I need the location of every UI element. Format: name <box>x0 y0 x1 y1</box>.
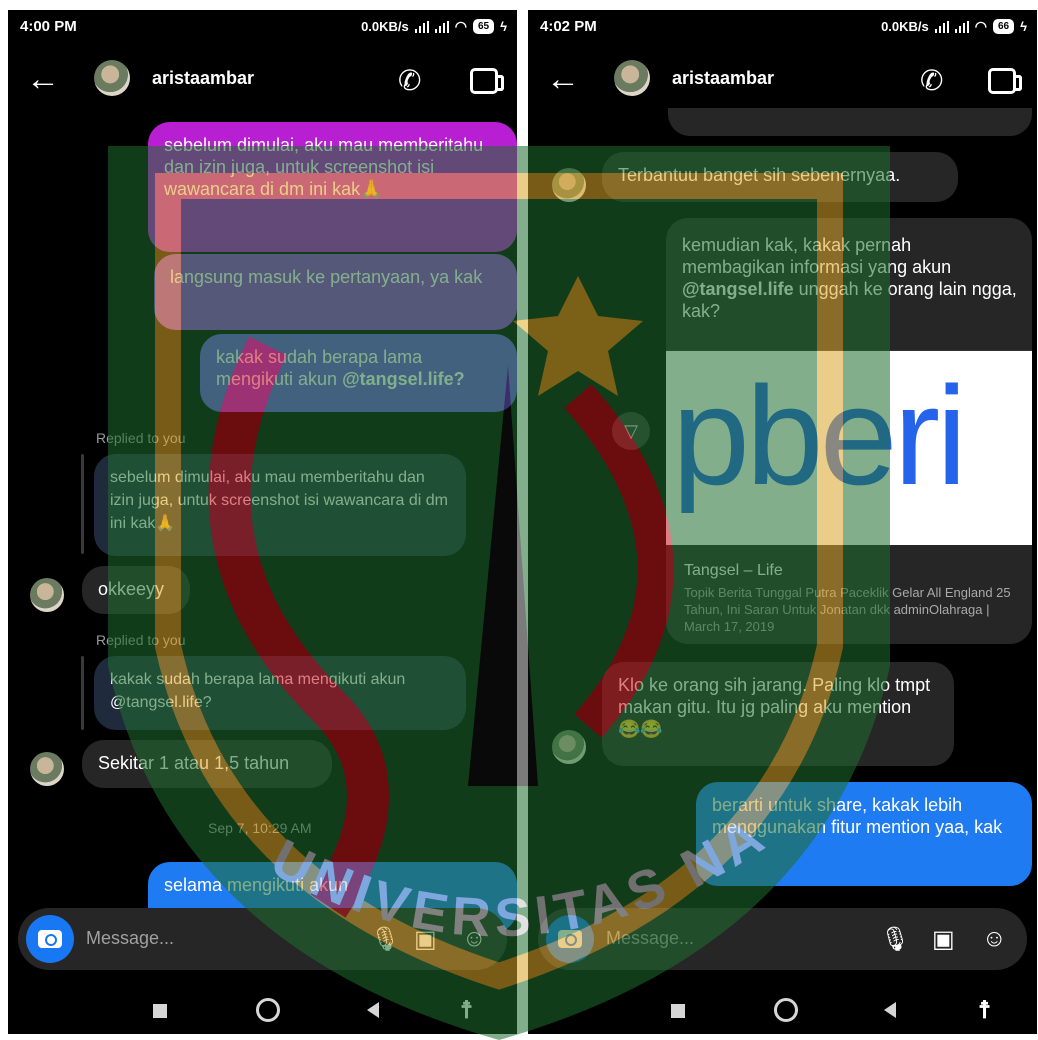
network-speed: 0.0KB/s <box>881 19 929 34</box>
gallery-icon[interactable]: ▣ <box>414 925 437 954</box>
message-input[interactable]: Message... <box>86 928 174 949</box>
incoming-message[interactable]: Sekitar 1 atau 1,5 tahun <box>82 740 332 788</box>
quoted-message[interactable]: sebelum dimulai, aku mau memberitahu dan… <box>94 454 466 556</box>
incoming-message[interactable]: Klo ke orang sih jarang. Paling klo tmpt… <box>602 662 954 766</box>
outgoing-message[interactable]: kakak sudah berapa lama mengikuti akun @… <box>200 334 517 412</box>
avatar[interactable] <box>94 60 130 96</box>
outgoing-message[interactable]: langsung masuk ke pertanyaan, ya kak <box>154 254 517 330</box>
home-icon[interactable] <box>774 998 798 1022</box>
microphone-icon[interactable]: 🎙 <box>880 925 910 954</box>
charging-icon: ϟ <box>500 19 507 34</box>
status-bar: 4:00 PM 0.0KB/s ◠ 65 ϟ <box>8 10 517 50</box>
message-input[interactable]: Message... <box>606 928 694 949</box>
camera-icon[interactable] <box>546 915 594 963</box>
charging-icon: ϟ <box>1020 19 1027 34</box>
back-arrow-icon[interactable]: ← <box>26 62 60 96</box>
signal-icon <box>954 20 969 33</box>
replied-label: Replied to you <box>96 430 186 446</box>
message-text: kemudian kak, kakak pernah membagikan in… <box>682 234 1018 322</box>
recents-icon[interactable] <box>671 1004 685 1018</box>
system-nav-bar: ☨ <box>528 980 1037 1034</box>
avatar[interactable] <box>614 60 650 96</box>
phone-call-icon[interactable]: ✆ <box>398 64 421 97</box>
signal-icon <box>934 20 949 33</box>
sticker-icon[interactable]: ☺ <box>462 925 487 953</box>
username[interactable]: aristaambar <box>672 68 774 89</box>
sticker-icon[interactable]: ☺ <box>982 925 1007 953</box>
incoming-message[interactable] <box>668 108 1032 136</box>
reply-bar <box>81 454 84 554</box>
signal-icon <box>434 20 449 33</box>
avatar[interactable] <box>30 752 64 786</box>
signal-icon <box>414 20 429 33</box>
link-preview-logo: pberi <box>672 357 967 514</box>
avatar[interactable] <box>552 168 586 202</box>
message-composer[interactable]: Message... 🎙 ▣ ☺ <box>18 908 507 970</box>
status-icons: 0.0KB/s ◠ 65 ϟ <box>361 18 507 35</box>
battery-icon: 66 <box>992 19 1015 34</box>
avatar[interactable] <box>30 578 64 612</box>
recents-icon[interactable] <box>153 1004 167 1018</box>
link-preview-image[interactable]: pberi <box>666 350 1032 545</box>
back-icon[interactable] <box>367 1002 379 1018</box>
replied-label: Replied to you <box>96 632 186 648</box>
mention-link[interactable]: @tangsel.life? <box>342 369 465 389</box>
mention-link[interactable]: @tangsel.life <box>682 279 794 299</box>
back-arrow-icon[interactable]: ← <box>546 62 580 96</box>
video-call-icon[interactable] <box>470 68 504 94</box>
username[interactable]: aristaambar <box>152 68 254 89</box>
microphone-icon[interactable]: 🎙 <box>370 925 400 954</box>
right-screenshot: 4:02 PM 0.0KB/s ◠ 66 ϟ ← aristaambar ✆ T… <box>528 10 1037 1034</box>
back-icon[interactable] <box>884 1002 896 1018</box>
status-time: 4:00 PM <box>20 18 77 35</box>
camera-icon[interactable] <box>26 915 74 963</box>
message-text-part: kemudian kak, kakak pernah membagikan in… <box>682 235 952 277</box>
shared-post-card[interactable]: kemudian kak, kakak pernah membagikan in… <box>666 218 1032 644</box>
quoted-message[interactable]: kakak sudah berapa lama mengikuti akun @… <box>94 656 466 730</box>
timestamp: Sep 7, 10:29 AM <box>208 820 312 836</box>
phone-call-icon[interactable]: ✆ <box>920 64 943 97</box>
reply-bar <box>81 656 84 730</box>
status-time: 4:02 PM <box>540 18 597 35</box>
accessibility-icon[interactable]: ☨ <box>978 996 991 1025</box>
share-icon[interactable]: ▽ <box>612 412 650 450</box>
message-composer[interactable]: Message... 🎙 ▣ ☺ <box>538 908 1027 970</box>
accessibility-icon[interactable]: ☨ <box>460 996 473 1025</box>
system-nav-bar: ☨ <box>8 980 517 1034</box>
chat-header: ← aristaambar ✆ <box>8 54 517 114</box>
left-screenshot: 4:00 PM 0.0KB/s ◠ 65 ϟ ← aristaambar ✆ s… <box>8 10 517 1034</box>
video-call-icon[interactable] <box>988 68 1022 94</box>
incoming-message[interactable]: okkeeyy <box>82 566 190 614</box>
home-icon[interactable] <box>256 998 280 1022</box>
status-icons: 0.0KB/s ◠ 66 ϟ <box>881 18 1027 35</box>
status-bar: 4:02 PM 0.0KB/s ◠ 66 ϟ <box>528 10 1037 50</box>
outgoing-message[interactable]: sebelum dimulai, aku mau memberitahu dan… <box>148 122 517 252</box>
outgoing-message[interactable]: berarti untuk share, kakak lebih menggun… <box>696 782 1032 886</box>
wifi-icon: ◠ <box>454 18 467 34</box>
link-description: Topik Berita Tunggal Putra Paceklik Gela… <box>684 585 1011 634</box>
chat-header: ← aristaambar ✆ <box>528 54 1037 114</box>
battery-icon: 65 <box>472 19 495 34</box>
wifi-icon: ◠ <box>974 18 987 34</box>
gallery-icon[interactable]: ▣ <box>932 925 955 954</box>
avatar[interactable] <box>552 730 586 764</box>
link-title: Tangsel – Life <box>684 562 783 579</box>
incoming-message[interactable]: Terbantuu banget sih sebenernyaa. <box>602 152 958 202</box>
network-speed: 0.0KB/s <box>361 19 409 34</box>
